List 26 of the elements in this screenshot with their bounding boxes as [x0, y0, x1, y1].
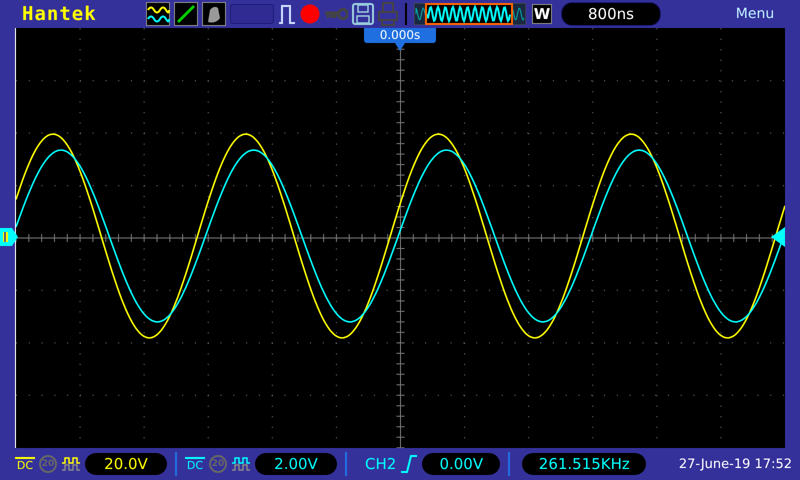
save-icon [352, 3, 374, 25]
channel-marker-icon [0, 227, 18, 247]
printer-icon [378, 2, 398, 26]
volts-per-division: 2.00V [255, 453, 337, 475]
square-wave-icon [61, 456, 81, 472]
timebase-display: 800ns [561, 2, 661, 26]
key-icon [324, 7, 348, 21]
persistence-icon [202, 2, 226, 26]
menu-button[interactable]: Menu [710, 6, 800, 22]
volts-per-division: 20.0V [85, 453, 167, 475]
coupling-label: DC [185, 457, 205, 471]
waveform-icon [146, 2, 170, 26]
trigger-threshold: 0.00V [422, 453, 500, 475]
pulse-icon [278, 3, 296, 25]
empty-slot [230, 4, 274, 24]
square-wave-icon [231, 456, 251, 472]
record-icon [300, 4, 320, 24]
zoom-button[interactable]: W [532, 4, 552, 24]
date-time: 27-June-19 17:52 [678, 456, 793, 472]
coupling-label: DC [15, 457, 35, 471]
trigger-position-pointer-icon [394, 43, 406, 52]
trigger-source: CH2 [365, 455, 396, 473]
frequency-readout: 261.515KHz [522, 453, 646, 475]
diagonal-line-icon [174, 2, 198, 26]
trigger-level-marker-icon [771, 227, 785, 247]
brand-logo: Hantek [22, 3, 98, 25]
